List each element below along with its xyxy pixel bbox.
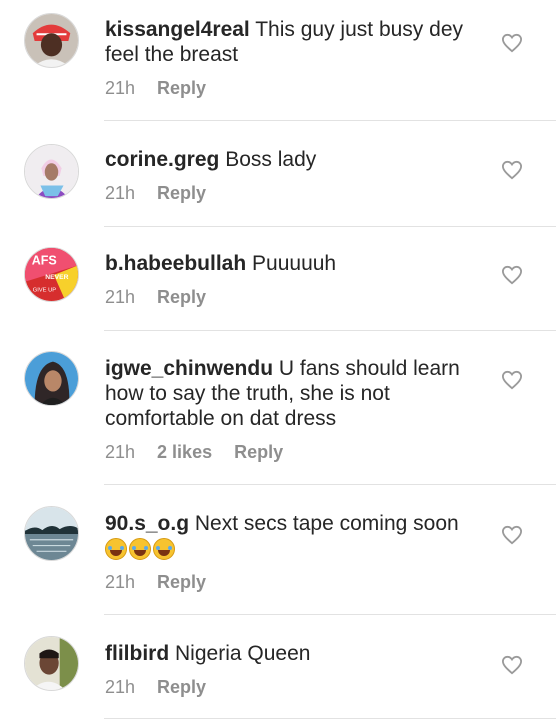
comment-username[interactable]: kissangel4real <box>105 18 250 41</box>
comment-time: 21h <box>105 287 136 307</box>
comment-text: 90.s_o.g Next secs tape coming soon <box>105 511 485 561</box>
likes-count[interactable]: 2 likes <box>157 442 212 463</box>
comment-body: Puuuuuh <box>252 252 337 275</box>
reply-button[interactable]: Reply <box>157 572 206 593</box>
comment-username[interactable]: flilbird <box>105 642 169 665</box>
comment-text: kissangel4real This guy just busy dey fe… <box>105 17 485 67</box>
comment-meta: 21h 2 likes Reply <box>105 442 283 463</box>
comment-text: b.habeebullah Puuuuuh <box>105 251 485 276</box>
comment-time: 21h <box>105 183 136 203</box>
avatar[interactable]: AFS NEVER GIVE UP <box>24 247 79 302</box>
comment-username[interactable]: corine.greg <box>105 148 219 171</box>
heart-outline-icon[interactable] <box>501 33 523 53</box>
face-with-tears-of-joy-emoji <box>153 538 175 561</box>
avatar[interactable] <box>24 144 79 199</box>
avatar[interactable] <box>24 351 79 406</box>
avatar-text: AFS <box>32 253 57 267</box>
comment-meta: 21h Reply <box>105 78 206 99</box>
avatar[interactable] <box>24 13 79 68</box>
comment-meta: 21h Reply <box>105 287 206 308</box>
face-with-tears-of-joy-emoji <box>105 538 127 561</box>
reply-button[interactable]: Reply <box>157 287 206 308</box>
heart-outline-icon[interactable] <box>501 370 523 390</box>
comment-username[interactable]: igwe_chinwendu <box>105 357 273 380</box>
reply-button[interactable]: Reply <box>157 78 206 99</box>
heart-outline-icon[interactable] <box>501 265 523 285</box>
reply-button[interactable]: Reply <box>157 677 206 698</box>
divider <box>104 484 556 485</box>
face-with-tears-of-joy-emoji <box>129 538 151 561</box>
comment-item: kissangel4real This guy just busy dey fe… <box>0 0 556 121</box>
comment-time: 21h <box>105 78 136 98</box>
comment-time: 21h <box>105 442 136 462</box>
divider <box>104 614 556 615</box>
comment-meta: 21h Reply <box>105 183 206 204</box>
comment-body: Nigeria Queen <box>175 642 311 665</box>
avatar[interactable] <box>24 506 79 561</box>
heart-outline-icon[interactable] <box>501 525 523 545</box>
comment-meta: 21h Reply <box>105 572 206 593</box>
reply-button[interactable]: Reply <box>234 442 283 463</box>
reply-button[interactable]: Reply <box>157 183 206 204</box>
comment-body: Next secs tape coming soon <box>194 512 459 535</box>
divider <box>104 120 556 121</box>
comment-body: Boss lady <box>225 148 317 171</box>
comment-username[interactable]: b.habeebullah <box>105 252 246 275</box>
comment-text: corine.greg Boss lady <box>105 147 485 172</box>
heart-outline-icon[interactable] <box>501 655 523 675</box>
comment-meta: 21h Reply <box>105 677 206 698</box>
comment-time: 21h <box>105 572 136 592</box>
avatar[interactable] <box>24 636 79 691</box>
comment-text: igwe_chinwendu U fans should learn how t… <box>105 356 485 431</box>
avatar-text: GIVE UP <box>33 287 57 293</box>
comment-text: flilbird Nigeria Queen <box>105 641 485 666</box>
divider <box>104 718 556 719</box>
divider <box>104 226 556 227</box>
comment-username[interactable]: 90.s_o.g <box>105 512 189 535</box>
heart-outline-icon[interactable] <box>501 160 523 180</box>
comment-time: 21h <box>105 677 136 697</box>
divider <box>104 330 556 331</box>
avatar-text: NEVER <box>45 274 68 281</box>
